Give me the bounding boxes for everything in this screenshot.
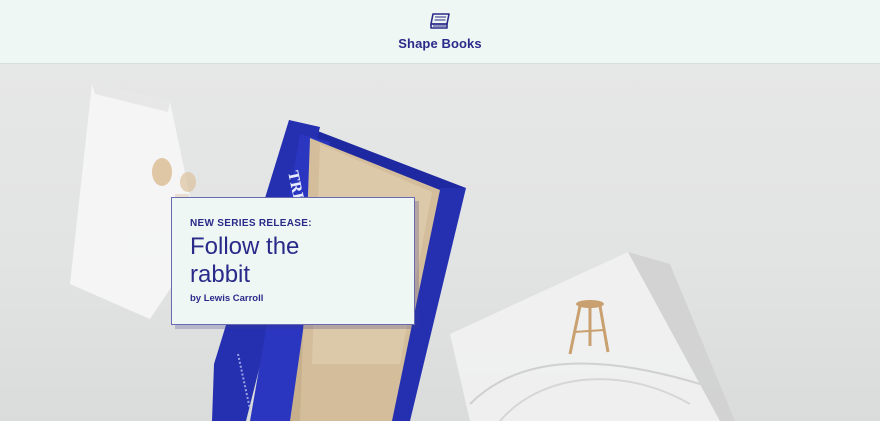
- brand-name[interactable]: Shape Books: [398, 36, 481, 51]
- release-card[interactable]: NEW SERIES RELEASE: Follow the rabbit by…: [171, 197, 415, 325]
- app-root: Shape Books NEW SERIES RELEASE: Follow t…: [0, 0, 880, 421]
- blurred-book-right: [450, 252, 735, 421]
- top-header: Shape Books: [0, 0, 880, 64]
- release-author: by Lewis Carroll: [190, 293, 264, 304]
- release-kicker: NEW SERIES RELEASE:: [190, 218, 312, 229]
- hero-banner: TREAS NEW SERIES RELEASE: Follow the rab…: [0, 64, 880, 421]
- book-icon[interactable]: [427, 12, 453, 32]
- hero-illustration: TREAS: [70, 84, 735, 421]
- release-title[interactable]: Follow the rabbit: [190, 233, 340, 289]
